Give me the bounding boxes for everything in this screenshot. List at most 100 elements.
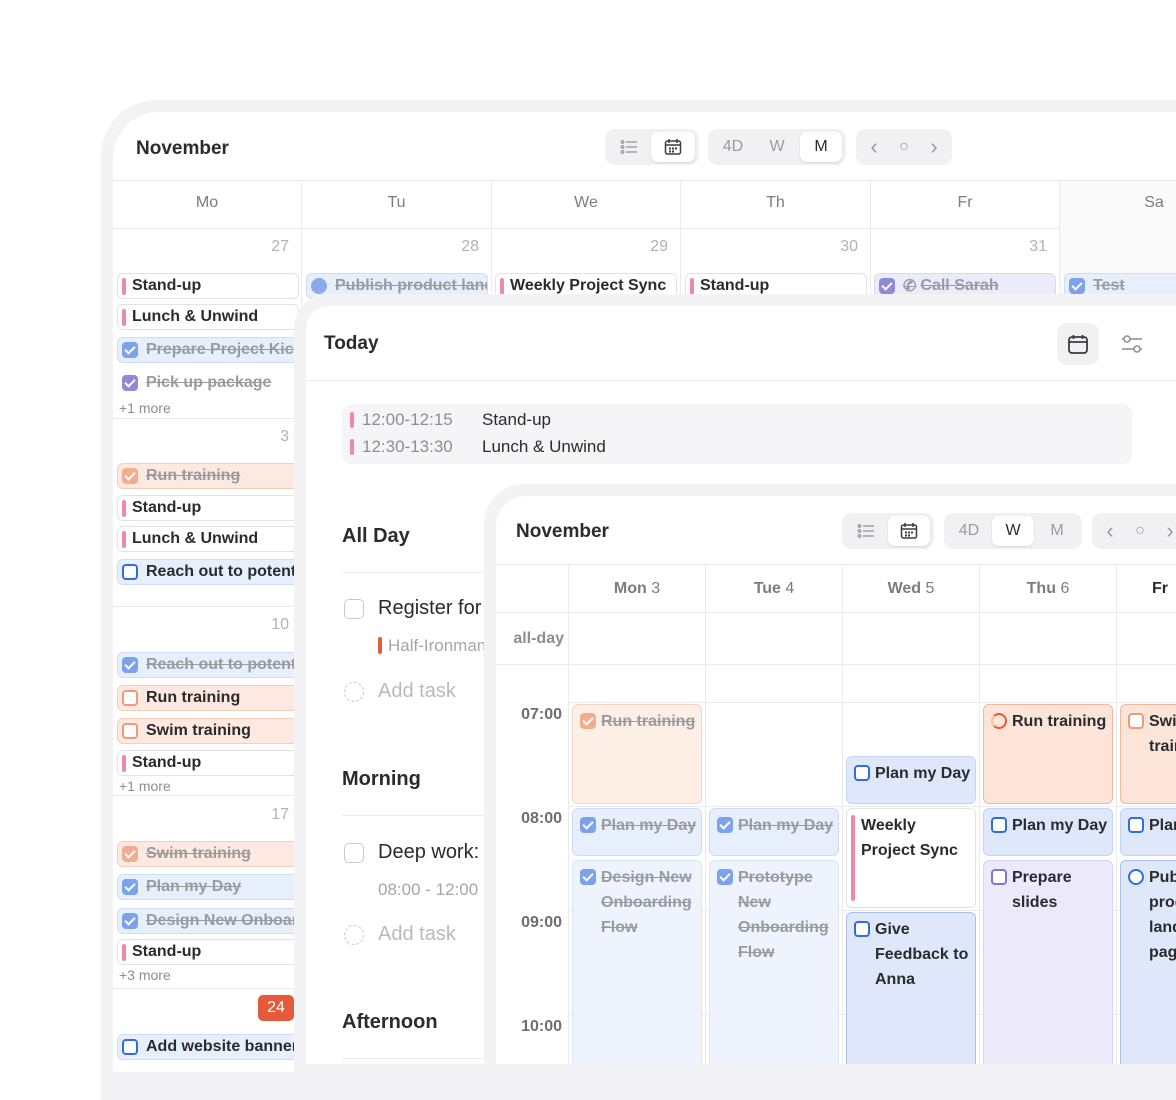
event-lunch[interactable]: Lunch & Unwind [117, 304, 299, 330]
schedule-item[interactable]: 12:00-12:15 Stand-up [350, 410, 551, 430]
progress-circle-icon[interactable] [991, 713, 1007, 729]
event-run-training[interactable]: Run training [572, 704, 702, 804]
event-plan-day[interactable]: Plan my Day [846, 756, 976, 804]
task-checkbox[interactable] [344, 599, 364, 619]
event-prototype-onboarding[interactable]: Prototype New Onboarding Flow [709, 860, 839, 1064]
range-4d-button[interactable]: 4D [948, 516, 990, 546]
checkbox-done[interactable] [122, 913, 138, 929]
range-week-button[interactable]: W [756, 132, 798, 162]
checkbox-done[interactable] [879, 278, 895, 294]
add-task-button[interactable]: Add task [378, 680, 456, 703]
checkbox-done[interactable] [717, 869, 733, 885]
task-register[interactable]: Register for [378, 597, 481, 620]
event-give-feedback[interactable]: Give Feedback to Anna [846, 912, 976, 1064]
event-standup[interactable]: Stand-up [117, 273, 299, 299]
prev-button[interactable]: ‹ [1098, 516, 1122, 546]
add-task-button[interactable]: Add task [378, 923, 456, 946]
event-plan-day[interactable]: Plan my Day [1120, 808, 1176, 856]
event-run-training[interactable]: Run training [983, 704, 1113, 804]
checkbox-done[interactable] [122, 342, 138, 358]
event-design-onboarding[interactable]: Design New Onboarding [117, 908, 299, 934]
event-standup[interactable]: Stand-up [117, 750, 299, 776]
dayheader-divider [496, 612, 1176, 613]
range-month-button[interactable]: M [1036, 516, 1078, 546]
checkbox-done[interactable] [122, 375, 138, 391]
event-prepare-slides[interactable]: Prepare slides [983, 860, 1113, 1064]
checkbox-done[interactable] [122, 468, 138, 484]
event-run-training[interactable]: Run training [117, 463, 299, 489]
header-divider [113, 180, 1176, 181]
event-reach-out[interactable]: Reach out to potential [117, 652, 299, 678]
event-plan-day[interactable]: Plan my Day [117, 874, 299, 900]
checkbox-done[interactable] [580, 817, 596, 833]
checkbox[interactable] [854, 921, 870, 937]
event-website-banner[interactable]: Add website banner [117, 1034, 299, 1060]
calendar-view-button[interactable] [651, 132, 695, 162]
range-week-button[interactable]: W [992, 516, 1034, 546]
today-button[interactable]: ○ [1128, 516, 1152, 546]
more-link[interactable]: +1 more [119, 400, 171, 416]
weekday-divider [113, 228, 1176, 229]
time-label: 10:00 [521, 1018, 562, 1035]
schedule-item[interactable]: 12:30-13:30 Lunch & Unwind [350, 437, 606, 457]
checkbox[interactable] [122, 564, 138, 580]
more-link[interactable]: +1 more [119, 778, 171, 794]
checkbox[interactable] [122, 723, 138, 739]
event-design-onboarding[interactable]: Design New Onboarding Flow [572, 860, 702, 1064]
event-pickup-package[interactable]: Pick up package [117, 370, 299, 396]
checkbox-done[interactable] [122, 879, 138, 895]
prev-button[interactable]: ‹ [862, 132, 886, 162]
event-swim-training[interactable]: Swim training [1120, 704, 1176, 804]
checkbox[interactable] [991, 817, 1007, 833]
calendar-view-button[interactable] [888, 516, 930, 546]
event-plan-day[interactable]: Plan my Day [709, 808, 839, 856]
weekday-fr: Fr [957, 194, 973, 211]
range-month-button[interactable]: M [800, 132, 842, 162]
day-header-thu: Thu 6 [1026, 580, 1070, 597]
event-prepare-kickoff[interactable]: Prepare Project Kickoff [117, 337, 299, 363]
weekday-sa: Sa [1144, 194, 1164, 211]
event-plan-day[interactable]: Plan my Day [983, 808, 1113, 856]
event-reach-out[interactable]: Reach out to potential [117, 559, 299, 585]
checkbox[interactable] [854, 765, 870, 781]
range-4d-button[interactable]: 4D [712, 132, 754, 162]
checkbox-done[interactable] [717, 817, 733, 833]
event-swim-training[interactable]: Swim training [117, 718, 299, 744]
date-number: 27 [271, 238, 289, 255]
task-deep-work[interactable]: Deep work: [378, 841, 479, 864]
calendar-icon [664, 139, 682, 155]
checkbox[interactable] [122, 690, 138, 706]
calendar-toggle-button[interactable] [1057, 323, 1099, 365]
date-number: 3 [280, 428, 289, 445]
event-standup[interactable]: Stand-up [117, 495, 299, 521]
section-all-day: All Day [342, 525, 410, 547]
month-title: November [136, 138, 229, 159]
today-button[interactable]: ○ [892, 132, 916, 162]
clock-icon[interactable] [1128, 869, 1144, 885]
list-view-button[interactable] [846, 516, 886, 546]
event-plan-day[interactable]: Plan my Day [572, 808, 702, 856]
task-checkbox[interactable] [344, 843, 364, 863]
event-run-training[interactable]: Run training [117, 685, 299, 711]
section-morning: Morning [342, 768, 421, 790]
checkbox[interactable] [991, 869, 1007, 885]
next-button[interactable]: › [922, 132, 946, 162]
checkbox[interactable] [1128, 713, 1144, 729]
checkbox[interactable] [1128, 817, 1144, 833]
more-link[interactable]: +3 more [119, 967, 171, 983]
checkbox-done[interactable] [1069, 278, 1085, 294]
next-button[interactable]: › [1158, 516, 1176, 546]
event-standup[interactable]: Stand-up [117, 939, 299, 965]
checkbox-done[interactable] [122, 846, 138, 862]
checkbox-done[interactable] [580, 713, 596, 729]
checkbox-done[interactable] [580, 869, 596, 885]
event-publish-landing[interactable]: Publish product landing page [1120, 860, 1176, 1064]
event-weekly-sync[interactable]: Weekly Project Sync [846, 808, 976, 908]
checkbox-done[interactable] [122, 657, 138, 673]
checkbox[interactable] [122, 1039, 138, 1055]
list-view-button[interactable] [609, 132, 649, 162]
event-lunch[interactable]: Lunch & Unwind [117, 526, 299, 552]
event-swim-training[interactable]: Swim training [117, 841, 299, 867]
filter-button[interactable] [1111, 323, 1153, 365]
clock-icon [311, 278, 327, 294]
